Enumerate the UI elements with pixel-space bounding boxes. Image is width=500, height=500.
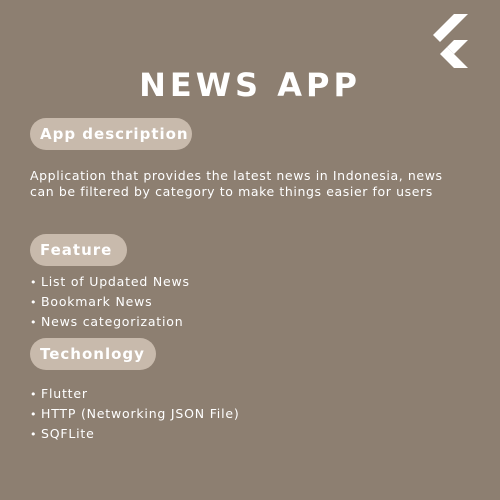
section-heading-technology: Techonlogy <box>30 338 156 370</box>
bullet-icon: • <box>30 316 38 329</box>
description-line: Application that provides the latest new… <box>30 168 443 183</box>
description-line: can be filtered by category to make thin… <box>30 184 433 199</box>
flutter-logo-icon <box>433 14 468 68</box>
list-item: • Flutter <box>30 384 240 404</box>
bullet-icon: • <box>30 428 38 441</box>
section-heading-feature: Feature <box>30 234 127 266</box>
feature-item-label: List of Updated News <box>41 274 190 289</box>
feature-item-label: News categorization <box>41 314 184 329</box>
section-heading-app-description: App description <box>30 118 192 150</box>
bullet-icon: • <box>30 408 38 421</box>
app-description-text: Application that provides the latest new… <box>30 168 475 200</box>
list-item: • Bookmark News <box>30 292 190 312</box>
feature-item-label: Bookmark News <box>41 294 153 309</box>
list-item: • HTTP (Networking JSON File) <box>30 404 240 424</box>
technology-item-label: Flutter <box>41 386 88 401</box>
technology-item-label: HTTP (Networking JSON File) <box>41 406 240 421</box>
bullet-icon: • <box>30 276 38 289</box>
bullet-icon: • <box>30 388 38 401</box>
list-item: • SQFLite <box>30 424 240 444</box>
list-item: • List of Updated News <box>30 272 190 292</box>
feature-list: • List of Updated News • Bookmark News • Ne… <box>30 272 190 332</box>
page-title: NEWS APP <box>139 66 361 104</box>
bullet-icon: • <box>30 296 38 309</box>
list-item: • News categorization <box>30 312 190 332</box>
technology-item-label: SQFLite <box>41 426 95 441</box>
technology-list: • Flutter • HTTP (Networking JSON File) • S… <box>30 384 240 444</box>
